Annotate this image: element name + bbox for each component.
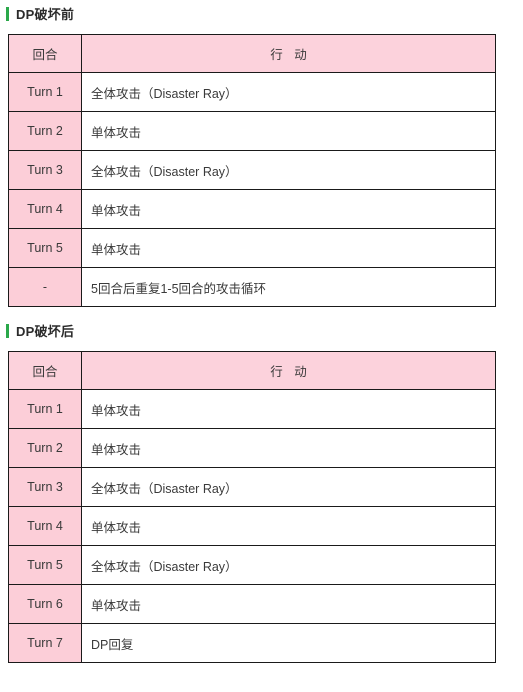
cell-turn: Turn 2 (8, 111, 82, 151)
table-row: Turn 3 全体攻击（Disaster Ray） (8, 467, 496, 507)
cell-turn: Turn 5 (8, 228, 82, 268)
cell-turn: Turn 1 (8, 72, 82, 112)
table-row: Turn 5 全体攻击（Disaster Ray） (8, 545, 496, 585)
cell-action: 全体攻击（Disaster Ray） (81, 545, 496, 585)
cell-action: 单体攻击 (81, 111, 496, 151)
table-row: Turn 4 单体攻击 (8, 506, 496, 546)
table-header-row: 回合 行 动 (8, 34, 496, 73)
table-row: Turn 2 单体攻击 (8, 111, 496, 151)
table-row: Turn 3 全体攻击（Disaster Ray） (8, 150, 496, 190)
cell-turn: Turn 2 (8, 428, 82, 468)
turn-table-before-head: 回合 行 动 (8, 34, 496, 73)
table-row: Turn 2 单体攻击 (8, 428, 496, 468)
heading-accent-bar-icon (6, 7, 9, 21)
cell-turn: Turn 7 (8, 623, 82, 663)
cell-action: 单体攻击 (81, 228, 496, 268)
column-header-action: 行 动 (81, 34, 496, 73)
section-heading-after-label: DP破坏后 (16, 323, 75, 339)
turn-table-before: 回合 行 动 Turn 1 全体攻击（Disaster Ray） Turn 2 … (8, 34, 496, 307)
cell-turn: Turn 4 (8, 189, 82, 229)
cell-action: 单体攻击 (81, 189, 496, 229)
table-row: Turn 6 单体攻击 (8, 584, 496, 624)
cell-action: 单体攻击 (81, 584, 496, 624)
section-heading-before-label: DP破坏前 (16, 6, 75, 22)
table-row: Turn 5 单体攻击 (8, 228, 496, 268)
table-row: Turn 1 全体攻击（Disaster Ray） (8, 72, 496, 112)
heading-accent-bar-icon (6, 324, 9, 338)
table-row: Turn 4 单体攻击 (8, 189, 496, 229)
cell-turn: - (8, 267, 82, 307)
cell-action: 单体攻击 (81, 389, 496, 429)
cell-turn: Turn 3 (8, 150, 82, 190)
turn-table-after: 回合 行 动 Turn 1 单体攻击 Turn 2 单体攻击 Turn 3 全体… (8, 351, 496, 663)
cell-turn: Turn 4 (8, 506, 82, 546)
table-row: - 5回合后重复1-5回合的攻击循环 (8, 267, 496, 307)
cell-action: 单体攻击 (81, 506, 496, 546)
section-heading-before: DP破坏前 (0, 6, 523, 22)
turn-table-before-body: Turn 1 全体攻击（Disaster Ray） Turn 2 单体攻击 Tu… (8, 72, 496, 307)
cell-turn: Turn 3 (8, 467, 82, 507)
column-header-turn: 回合 (8, 351, 82, 390)
turn-table-after-head: 回合 行 动 (8, 351, 496, 390)
cell-turn: Turn 6 (8, 584, 82, 624)
table-row: Turn 1 单体攻击 (8, 389, 496, 429)
table-row: Turn 7 DP回复 (8, 623, 496, 663)
cell-action: 全体攻击（Disaster Ray） (81, 467, 496, 507)
column-header-action: 行 动 (81, 351, 496, 390)
cell-action: 单体攻击 (81, 428, 496, 468)
cell-action: 全体攻击（Disaster Ray） (81, 72, 496, 112)
cell-action: 全体攻击（Disaster Ray） (81, 150, 496, 190)
turn-table-after-body: Turn 1 单体攻击 Turn 2 单体攻击 Turn 3 全体攻击（Disa… (8, 389, 496, 663)
cell-action: DP回复 (81, 623, 496, 663)
cell-turn: Turn 1 (8, 389, 82, 429)
section-heading-after: DP破坏后 (0, 323, 523, 339)
cell-action: 5回合后重复1-5回合的攻击循环 (81, 267, 496, 307)
cell-turn: Turn 5 (8, 545, 82, 585)
page-root: DP破坏前 回合 行 动 Turn 1 全体攻击（Disaster Ray） T… (0, 6, 523, 692)
column-header-turn: 回合 (8, 34, 82, 73)
table-header-row: 回合 行 动 (8, 351, 496, 390)
